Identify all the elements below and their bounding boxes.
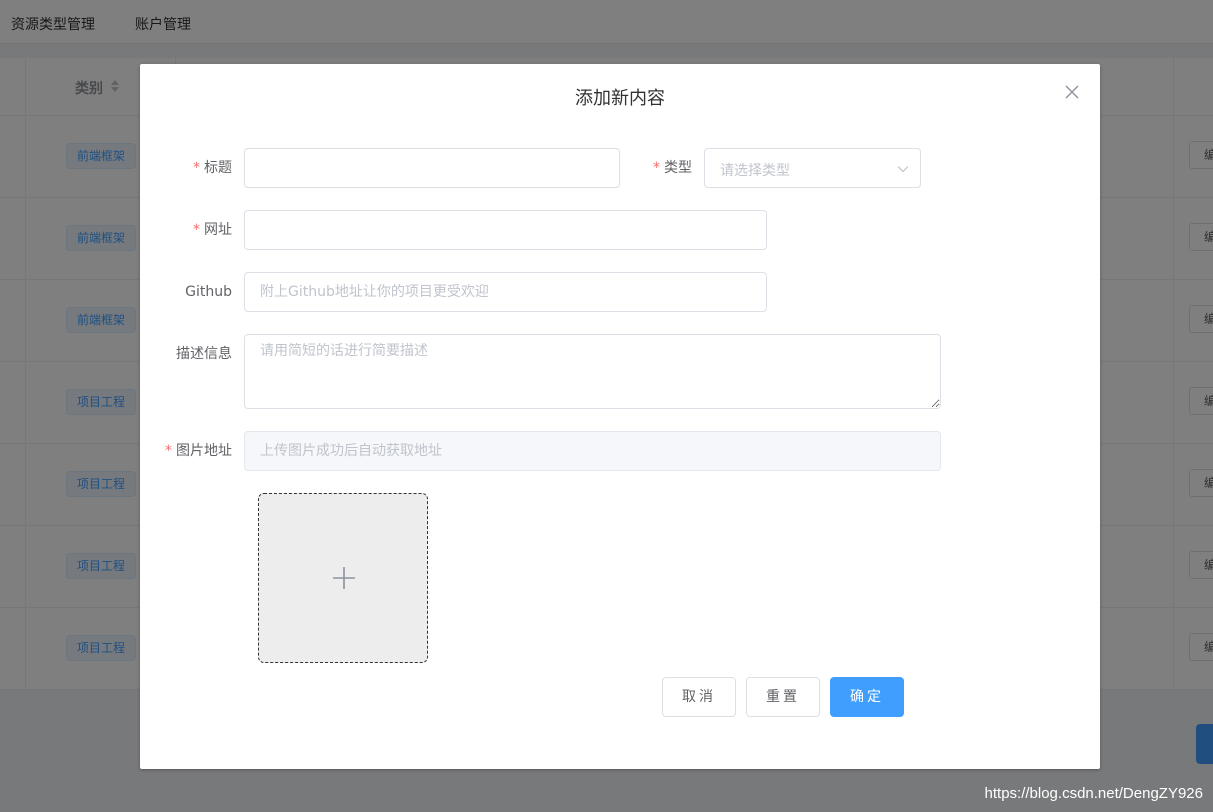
title-input[interactable] bbox=[244, 148, 620, 188]
url-input[interactable] bbox=[244, 210, 767, 250]
image-label-text: 图片地址 bbox=[176, 443, 232, 459]
chevron-down-icon bbox=[897, 166, 909, 173]
type-select[interactable]: 请选择类型 bbox=[704, 148, 921, 188]
reset-button[interactable]: 重置 bbox=[746, 677, 820, 717]
dialog-title: 添加新内容 bbox=[575, 88, 665, 109]
add-content-dialog: 添加新内容 *标题 *类型 请选择类型 *网址 Github 描述信息 *图片地… bbox=[140, 64, 1100, 769]
required-mark: * bbox=[193, 160, 200, 176]
plus-icon bbox=[333, 567, 355, 589]
description-textarea[interactable] bbox=[244, 334, 941, 409]
github-label: Github bbox=[185, 284, 232, 300]
type-select-placeholder: 请选择类型 bbox=[720, 163, 790, 179]
type-label: * 类型 bbox=[620, 148, 692, 188]
description-label: 描述信息 bbox=[176, 346, 232, 362]
title-label: * 标题 bbox=[160, 148, 232, 188]
required-mark: * bbox=[653, 160, 660, 176]
confirm-button[interactable]: 确定 bbox=[830, 677, 904, 717]
url-label: * 网址 bbox=[160, 210, 232, 250]
title-label-text: 标题 bbox=[204, 160, 232, 176]
close-icon[interactable] bbox=[1064, 84, 1080, 100]
image-url-input bbox=[244, 431, 941, 471]
image-uploader[interactable] bbox=[258, 493, 428, 663]
cancel-button[interactable]: 取消 bbox=[662, 677, 736, 717]
image-label: * 图片地址 bbox=[160, 431, 232, 471]
github-input[interactable] bbox=[244, 272, 767, 312]
required-mark: * bbox=[193, 222, 200, 238]
url-label-text: 网址 bbox=[204, 222, 232, 238]
watermark: https://blog.csdn.net/DengZY926 bbox=[984, 785, 1203, 802]
type-label-text: 类型 bbox=[664, 160, 692, 176]
required-mark: * bbox=[165, 443, 172, 459]
